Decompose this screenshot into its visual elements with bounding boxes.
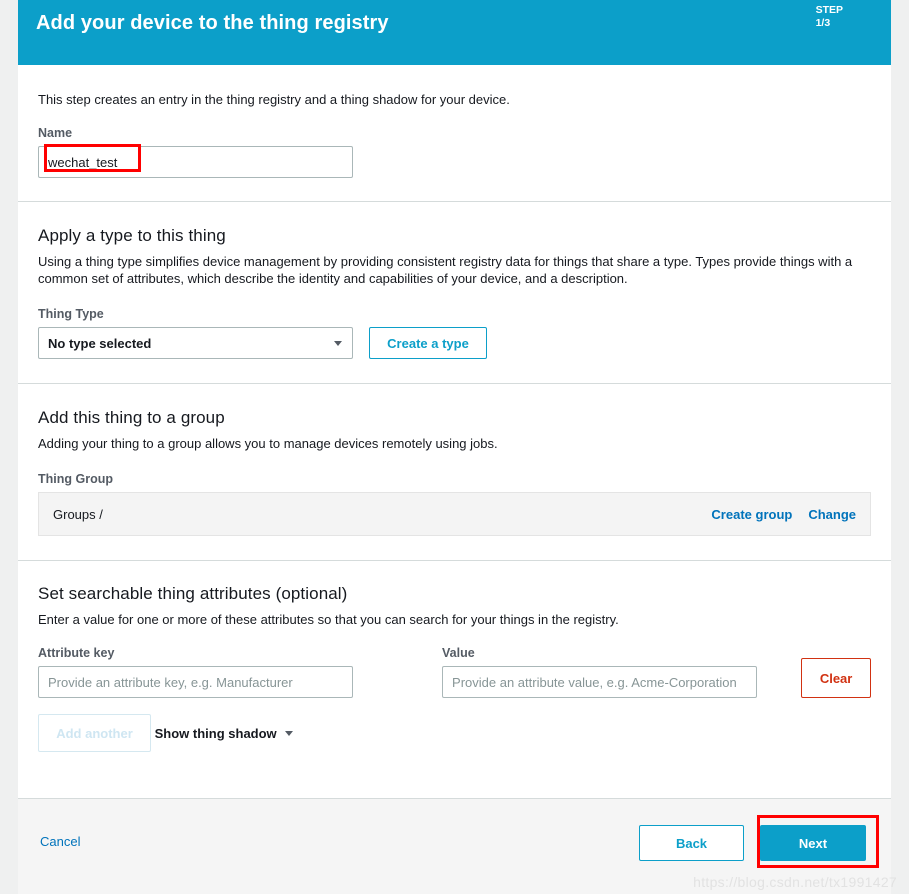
thing-type-description: Using a thing type simplifies device man… [38, 254, 853, 286]
cancel-link[interactable]: Cancel [40, 834, 80, 849]
attributes-heading: Set searchable thing attributes (optiona… [38, 584, 348, 603]
thing-type-heading: Apply a type to this thing [38, 226, 226, 245]
attributes-section: Set searchable thing attributes (optiona… [18, 561, 891, 752]
thing-group-description: Adding your thing to a group allows you … [38, 436, 498, 451]
thing-type-selected-value: No type selected [48, 335, 152, 351]
attribute-value-label: Value [442, 646, 475, 660]
attribute-key-input[interactable] [38, 666, 353, 698]
create-group-link[interactable]: Create group [711, 507, 792, 522]
thing-group-heading: Add this thing to a group [38, 408, 225, 427]
thing-group-label: Thing Group [38, 472, 113, 486]
create-type-button[interactable]: Create a type [369, 327, 487, 359]
show-thing-shadow-label: Show thing shadow [154, 725, 277, 741]
thing-type-label: Thing Type [38, 307, 104, 321]
attribute-value-input[interactable] [442, 666, 758, 698]
registry-section: This step creates an entry in the thing … [18, 65, 891, 201]
show-thing-shadow-toggle[interactable]: Show thing shadow [155, 726, 293, 741]
groups-actions: Create group Change [711, 507, 856, 522]
footer-buttons: Back Next [639, 825, 866, 861]
change-group-link[interactable]: Change [808, 507, 856, 522]
chevron-down-icon [334, 341, 342, 346]
watermark: https://blog.csdn.net/tx1991427 [693, 874, 897, 890]
registry-description: This step creates an entry in the thing … [38, 92, 510, 107]
attributes-description: Enter a value for one or more of these a… [38, 612, 619, 627]
thing-type-select[interactable]: No type selected [38, 327, 353, 359]
step-indicator: STEP 1/3 [816, 4, 843, 30]
wizard-card: This step creates an entry in the thing … [18, 65, 891, 894]
add-another-button[interactable]: Add another [38, 714, 151, 752]
name-label: Name [38, 126, 73, 140]
step-label: STEP [815, 4, 843, 16]
groups-bar: Groups / Create group Change [38, 492, 871, 536]
thing-group-section: Add this thing to a group Adding your th… [18, 384, 891, 560]
attribute-key-label: Attribute key [38, 646, 115, 660]
page-title: Add your device to the thing registry [36, 12, 389, 34]
thing-name-input[interactable] [38, 146, 353, 178]
chevron-down-icon [284, 730, 293, 736]
thing-type-section: Apply a type to this thing Using a thing… [18, 202, 891, 383]
wizard-header: Add your device to the thing registry ST… [18, 0, 891, 65]
clear-attribute-button[interactable]: Clear [801, 658, 872, 698]
step-number: 1/3 [815, 17, 831, 29]
next-button[interactable]: Next [760, 825, 866, 861]
back-button[interactable]: Back [639, 825, 744, 861]
groups-breadcrumb: Groups / [53, 506, 103, 522]
